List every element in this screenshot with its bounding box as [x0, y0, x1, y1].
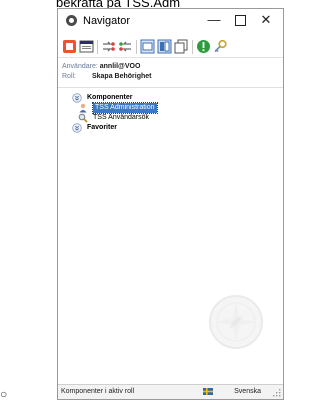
tree-node-label: Komponenter: [87, 94, 133, 101]
toolbar: [58, 37, 283, 58]
panel-icon[interactable]: [140, 39, 155, 54]
arrows-icon[interactable]: [118, 39, 133, 54]
maximize-button[interactable]: [227, 10, 253, 30]
navigator-window: Navigator — ✕ Användare: annlil@VOO Roll…: [57, 8, 284, 400]
tree-node-label: TSS Administration: [92, 102, 158, 114]
tree-node-label: TSS Användarsök: [93, 114, 150, 121]
title-bar[interactable]: Navigator — ✕: [58, 9, 283, 33]
user-label: Användare:: [62, 63, 98, 70]
magnifier-icon: [78, 113, 88, 123]
person-icon: [79, 103, 87, 113]
expand-chevrons-icon[interactable]: [72, 93, 82, 103]
window-icon[interactable]: [79, 39, 94, 54]
role-label: Roll:: [62, 73, 77, 80]
language-icon[interactable]: [203, 388, 213, 395]
user-info-panel: Användare: annlil@VOO Roll: Skapa Behöri…: [58, 59, 283, 88]
minimize-button[interactable]: —: [201, 10, 227, 30]
toolbar-separator: [192, 40, 193, 54]
expand-chevrons-icon[interactable]: [72, 123, 82, 133]
resize-grip-icon[interactable]: [273, 389, 281, 397]
close-button[interactable]: ✕: [253, 10, 279, 30]
info-icon[interactable]: [196, 39, 211, 54]
tree-node-label: Favoriter: [87, 124, 117, 131]
key-icon[interactable]: [213, 39, 228, 54]
status-bar: Komponenter i aktiv roll Svenska: [58, 384, 283, 399]
maximize-icon: [234, 15, 246, 26]
role-value: Skapa Behörighet: [91, 73, 152, 80]
arrows-icon[interactable]: [101, 39, 116, 54]
status-text: Komponenter i aktiv roll: [61, 388, 135, 395]
toolbar-separator: [136, 40, 137, 54]
toolbar-separator: [97, 40, 98, 54]
panel-icon[interactable]: [157, 39, 172, 54]
user-value: annlil@VOO: [99, 63, 141, 70]
window-title: Navigator: [83, 15, 131, 27]
app-icon: [66, 15, 77, 26]
compass-watermark-icon: [209, 295, 263, 349]
bottom-caption-marker: ○: [0, 387, 8, 401]
stop-icon[interactable]: [62, 39, 77, 54]
language-selector[interactable]: Svenska: [234, 385, 261, 398]
copy-icon[interactable]: [174, 39, 189, 54]
